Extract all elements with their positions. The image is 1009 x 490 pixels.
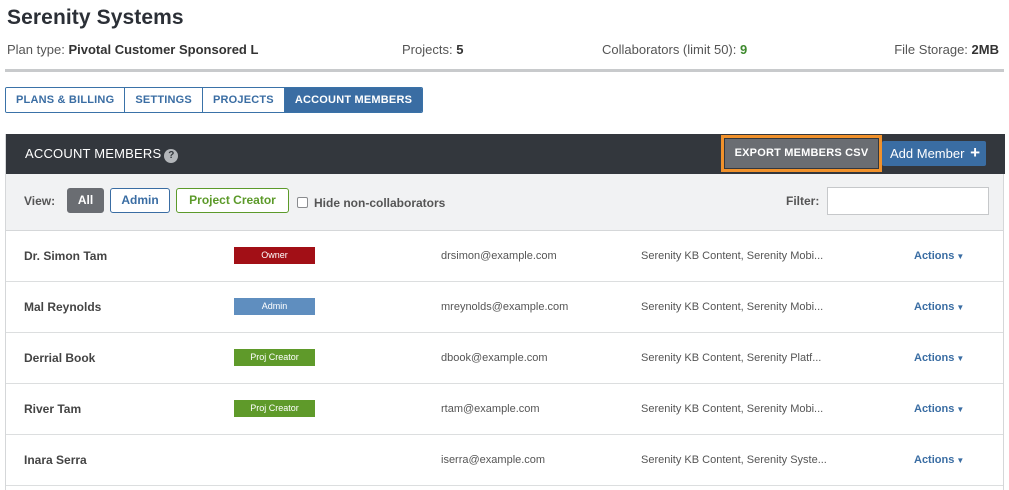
caret-down-icon: ▼ — [956, 252, 965, 261]
storage-value: 2MB — [971, 42, 999, 57]
member-name: Inara Serra — [24, 453, 87, 467]
tab-plans-billing[interactable]: PLANS & BILLING — [6, 88, 126, 112]
view-all-button[interactable]: All — [67, 188, 104, 213]
tab-settings[interactable]: SETTINGS — [125, 88, 203, 112]
filter-bar: View: All Admin Project Creator Hide non… — [6, 174, 1003, 231]
actions-label: Actions — [914, 352, 955, 364]
plan-type: Plan type: Pivotal Customer Sponsored L — [7, 42, 258, 57]
account-members-panel: ACCOUNT MEMBERS? EXPORT MEMBERS CSV Add … — [5, 134, 1005, 490]
tab-account-members[interactable]: ACCOUNT MEMBERS — [284, 88, 423, 112]
account-tabs: PLANS & BILLING SETTINGS PROJECTS ACCOUN… — [5, 87, 424, 113]
view-admin-button[interactable]: Admin — [110, 188, 170, 213]
caret-down-icon: ▼ — [956, 405, 965, 414]
plus-icon: + — [970, 143, 980, 162]
member-name: Mal Reynolds — [24, 300, 102, 314]
export-highlight: EXPORT MEMBERS CSV — [721, 135, 882, 172]
member-projects: Serenity KB Content, Serenity Platf... — [641, 352, 822, 364]
caret-down-icon: ▼ — [956, 456, 965, 465]
projects-label: Projects: — [402, 42, 453, 57]
table-row: Mal Reynolds Admin mreynolds@example.com… — [6, 282, 1003, 333]
role-badge-admin: Admin — [234, 298, 315, 315]
table-row: River Tam Proj Creator rtam@example.com … — [6, 384, 1003, 435]
member-projects: Serenity KB Content, Serenity Mobi... — [641, 250, 824, 262]
actions-dropdown[interactable]: Actions ▼ — [914, 301, 964, 313]
summary-divider — [5, 69, 1004, 72]
member-name: Dr. Simon Tam — [24, 249, 108, 263]
member-email: iserra@example.com — [441, 454, 546, 466]
actions-dropdown[interactable]: Actions ▼ — [914, 454, 964, 466]
view-project-creator-button[interactable]: Project Creator — [176, 188, 289, 213]
export-members-csv-button[interactable]: EXPORT MEMBERS CSV — [725, 139, 878, 168]
table-row: Inara Serra iserra@example.com Serenity … — [6, 435, 1003, 486]
role-badge-proj-creator: Proj Creator — [234, 349, 315, 366]
account-summary: Plan type: Pivotal Customer Sponsored L … — [7, 42, 999, 62]
member-email: drsimon@example.com — [441, 250, 557, 262]
view-label: View: — [24, 194, 56, 208]
add-member-label: Add Member — [890, 146, 965, 161]
help-icon[interactable]: ? — [164, 149, 179, 163]
member-name: Derrial Book — [24, 351, 96, 365]
member-name: River Tam — [24, 402, 82, 416]
actions-dropdown[interactable]: Actions ▼ — [914, 403, 964, 415]
actions-label: Actions — [914, 301, 955, 313]
collaborators-value: 9 — [740, 42, 748, 57]
projects-value: 5 — [456, 42, 464, 57]
actions-dropdown[interactable]: Actions ▼ — [914, 352, 964, 364]
collaborators-label: Collaborators (limit 50): — [602, 42, 737, 57]
hide-non-collaborators-checkbox[interactable] — [297, 197, 308, 208]
tab-projects[interactable]: PROJECTS — [202, 88, 285, 112]
table-row: Dr. Simon Tam Owner drsimon@example.com … — [6, 231, 1003, 282]
actions-label: Actions — [914, 403, 955, 415]
caret-down-icon: ▼ — [956, 354, 965, 363]
members-list: Dr. Simon Tam Owner drsimon@example.com … — [6, 231, 1003, 486]
actions-dropdown[interactable]: Actions ▼ — [914, 250, 964, 262]
member-projects: Serenity KB Content, Serenity Syste... — [641, 454, 827, 466]
role-badge-owner: Owner — [234, 247, 315, 264]
role-badge-proj-creator: Proj Creator — [234, 400, 315, 417]
actions-label: Actions — [914, 454, 955, 466]
page-title: Serenity Systems — [7, 6, 184, 29]
actions-label: Actions — [914, 250, 955, 262]
file-storage: File Storage: 2MB — [894, 42, 999, 57]
plan-type-label: Plan type: — [7, 42, 65, 57]
member-email: rtam@example.com — [441, 403, 540, 415]
filter-input[interactable] — [827, 187, 989, 215]
hide-non-collaborators-label[interactable]: Hide non-collaborators — [314, 196, 445, 210]
panel-title-text: ACCOUNT MEMBERS — [25, 146, 162, 161]
plan-type-value: Pivotal Customer Sponsored L — [68, 42, 259, 57]
member-projects: Serenity KB Content, Serenity Mobi... — [641, 301, 824, 313]
panel-header: ACCOUNT MEMBERS? EXPORT MEMBERS CSV Add … — [6, 134, 1005, 174]
member-email: mreynolds@example.com — [441, 301, 569, 313]
member-email: dbook@example.com — [441, 352, 548, 364]
collaborators-count: Collaborators (limit 50): 9 — [602, 42, 747, 57]
panel-title: ACCOUNT MEMBERS? — [25, 146, 179, 163]
projects-count: Projects: 5 — [402, 42, 463, 57]
member-projects: Serenity KB Content, Serenity Mobi... — [641, 403, 824, 415]
filter-label: Filter: — [786, 194, 820, 208]
caret-down-icon: ▼ — [956, 303, 965, 312]
storage-label: File Storage: — [894, 42, 968, 57]
add-member-button[interactable]: Add Member + — [882, 141, 986, 166]
table-row: Derrial Book Proj Creator dbook@example.… — [6, 333, 1003, 384]
